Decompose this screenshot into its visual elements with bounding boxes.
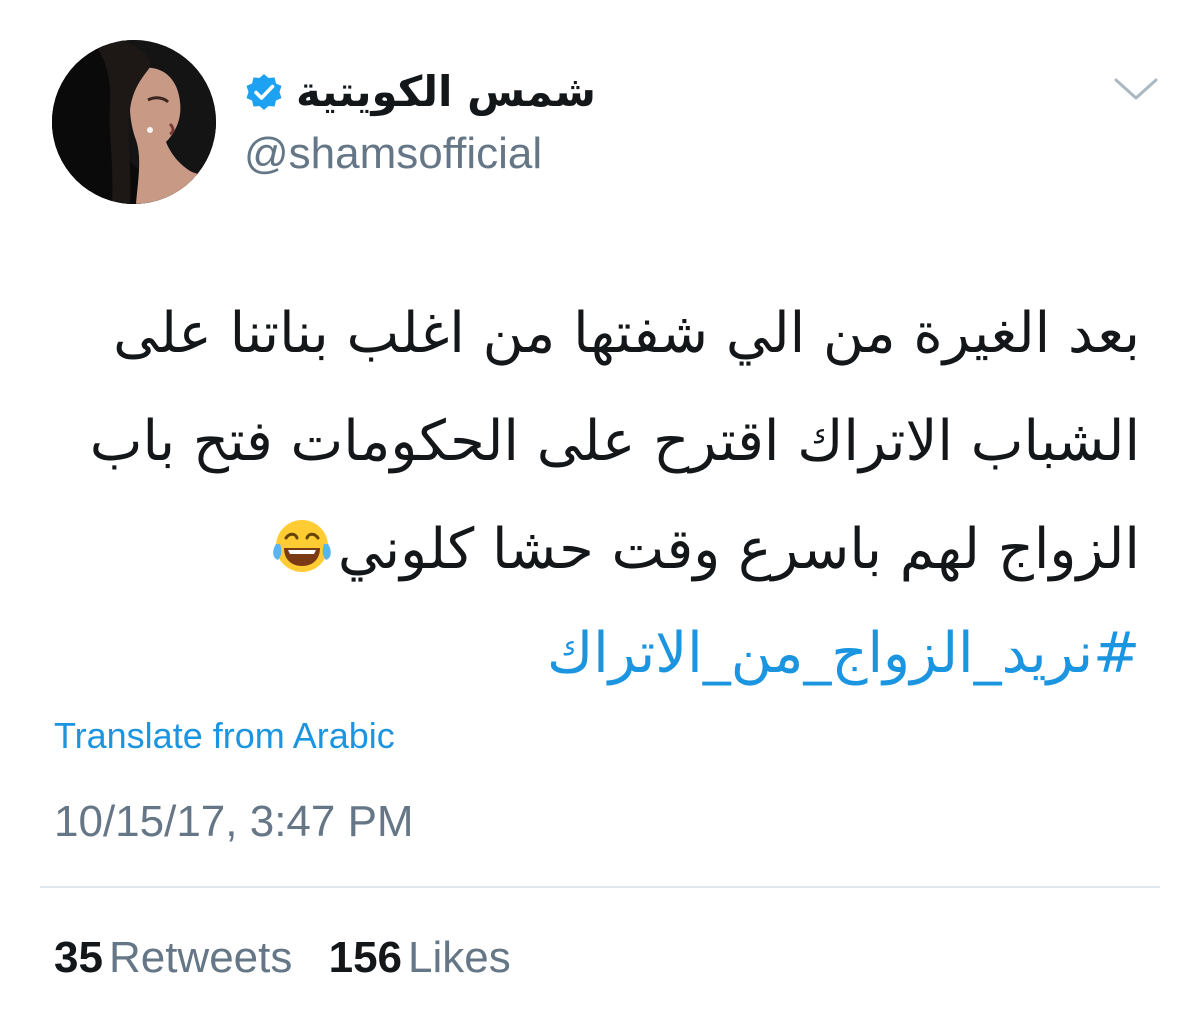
tweet-line-2: الشباب الاتراك اقترح على الحكومات فتح با… [89, 409, 1140, 474]
tweet-card: شمس الكويتية @shamsofficial بعد الغيرة م… [0, 0, 1200, 1022]
hashtag-link[interactable]: #نريد_الزواج_من_الاتراك [40, 604, 1140, 704]
likes-stat[interactable]: 156 Likes [329, 930, 511, 986]
user-info[interactable]: شمس الكويتية @shamsofficial [244, 62, 604, 182]
retweets-count: 35 [54, 933, 103, 982]
timestamp[interactable]: 10/15/17, 3:47 PM [54, 794, 414, 850]
tweet-line-3-wrap: الزواج لهم باسرع وقت حشا كلوني [40, 496, 1140, 604]
tears-of-joy-emoji-icon [270, 506, 334, 572]
display-name[interactable]: شمس الكويتية [296, 62, 596, 122]
user-handle[interactable]: @shamsofficial [244, 126, 542, 182]
avatar[interactable] [52, 40, 216, 204]
tweet-line-1: بعد الغيرة من الي شفتها من اغلب بناتنا ع… [113, 301, 1140, 366]
engagement-stats: 35 Retweets 156 Likes [54, 930, 535, 986]
chevron-down-icon[interactable] [1110, 70, 1162, 110]
retweets-label: Retweets [108, 933, 293, 982]
tweet-text: بعد الغيرة من الي شفتها من اغلب بناتنا ع… [40, 280, 1140, 704]
profile-photo-icon [52, 40, 216, 204]
retweets-stat[interactable]: 35 Retweets [54, 930, 292, 986]
likes-label: Likes [408, 933, 511, 982]
divider [40, 886, 1160, 888]
name-row: شمس الكويتية [244, 62, 596, 122]
verified-badge-icon [244, 72, 284, 112]
tweet-line-3: الزواج لهم باسرع وقت حشا كلوني [337, 517, 1140, 582]
translate-link[interactable]: Translate from Arabic [54, 712, 395, 760]
likes-count: 156 [328, 933, 403, 982]
